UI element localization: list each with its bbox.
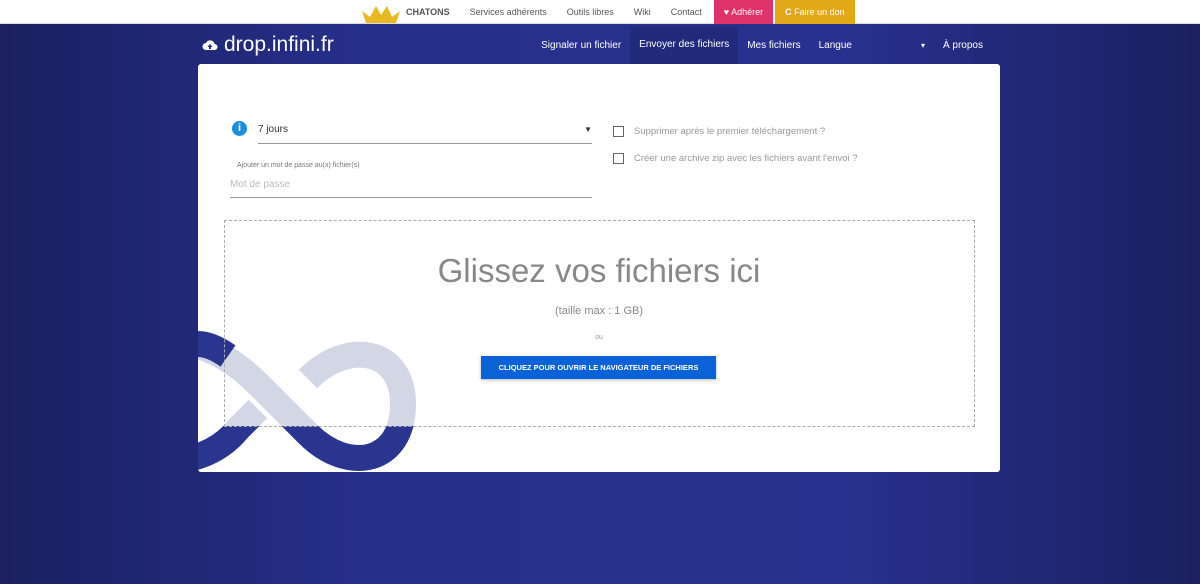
password-label: Ajouter un mot de passe au(x) fichier(s): [237, 162, 360, 169]
dropdown-arrow-icon: ▼: [584, 125, 592, 134]
or-text: ou: [595, 334, 603, 341]
password-input[interactable]: [230, 172, 592, 198]
chatons-link[interactable]: CHATONS: [402, 0, 460, 24]
brand[interactable]: drop.infini.fr: [202, 33, 334, 57]
nav-a-propos[interactable]: À propos: [934, 40, 992, 51]
cloud-upload-icon: [202, 40, 218, 50]
open-file-browser-button[interactable]: CLIQUEZ POUR OUVRIR LE NAVIGATEUR DE FIC…: [481, 356, 716, 379]
max-size: (taille max : 1 GB): [554, 305, 644, 317]
don-label: Faire un don: [794, 7, 845, 17]
zip-checkbox[interactable]: Créer une archive zip avec les fichiers …: [613, 153, 858, 164]
services-link[interactable]: Services adhérents: [460, 0, 557, 24]
brand-name: drop.infini.fr: [224, 33, 334, 56]
delete-after-label: Supprimer après le premier téléchargemen…: [634, 126, 826, 137]
duration-value: 7 jours: [258, 124, 289, 135]
duration-select[interactable]: 7 jours ▼: [258, 116, 592, 144]
zip-label: Créer une archive zip avec les fichiers …: [634, 153, 858, 164]
adherer-button[interactable]: ♥ Adhérer: [713, 0, 774, 24]
wiki-link[interactable]: Wiki: [624, 0, 661, 24]
nav-signaler[interactable]: Signaler un fichier: [532, 40, 630, 51]
checkbox-icon: [613, 153, 624, 164]
langue-dropdown-icon[interactable]: ▾: [912, 41, 934, 50]
checkbox-icon: [613, 126, 624, 137]
chatons-logo-icon[interactable]: [360, 1, 402, 23]
nav-envoyer[interactable]: Envoyer des fichiers: [630, 26, 739, 64]
delete-after-checkbox[interactable]: Supprimer après le premier téléchargemen…: [613, 126, 825, 137]
top-bar: CHATONS Services adhérents Outils libres…: [0, 0, 1200, 24]
coin-icon: C: [785, 7, 795, 17]
nav-langue[interactable]: Langue: [810, 40, 912, 51]
drop-title: Glissez vos fichiers ici: [437, 252, 761, 289]
main-nav: drop.infini.fr Signaler un fichier Envoy…: [0, 26, 1200, 64]
don-button[interactable]: C Faire un don: [775, 0, 855, 24]
outils-link[interactable]: Outils libres: [557, 0, 624, 24]
nav-mes-fichiers[interactable]: Mes fichiers: [738, 40, 809, 51]
info-icon[interactable]: i: [232, 121, 247, 136]
upload-card: i 7 jours ▼ Ajouter un mot de passe au(x)…: [198, 64, 1000, 472]
contact-link[interactable]: Contact: [661, 0, 712, 24]
adherer-label: Adhérer: [731, 7, 764, 17]
